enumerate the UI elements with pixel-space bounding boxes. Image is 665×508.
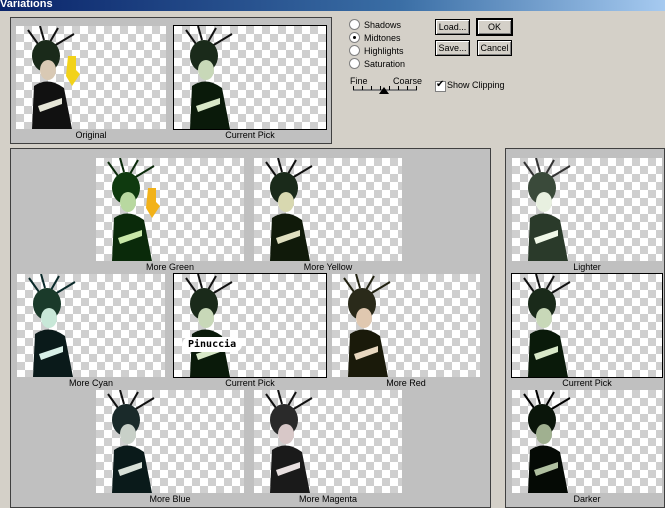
more-green-caption: More Green <box>145 262 195 272</box>
current-pick-thumbnail-main[interactable]: Pinuccia Current Pick <box>173 273 327 389</box>
figure-image <box>185 26 233 129</box>
more-blue-thumbnail[interactable]: More Blue <box>96 390 244 505</box>
figure-image <box>343 274 391 377</box>
original-thumbnail[interactable]: Original <box>16 26 166 141</box>
radio-button[interactable] <box>349 32 360 43</box>
figure-image <box>523 274 571 377</box>
figure-image <box>27 26 80 129</box>
figure-image <box>107 158 160 261</box>
more-magenta-caption: More Magenta <box>298 494 358 504</box>
show-clipping-label: Show Clipping <box>447 80 505 90</box>
more-yellow-thumbnail[interactable]: More Yellow <box>254 158 402 273</box>
radio-label: Saturation <box>364 58 406 69</box>
more-red-caption: More Red <box>386 378 426 388</box>
current-pick-caption: Current Pick <box>225 130 275 140</box>
radio-midtones[interactable]: Midtones <box>349 31 401 44</box>
radio-highlights[interactable]: Highlights <box>349 44 404 57</box>
darker-caption: Darker <box>573 494 601 504</box>
cancel-button[interactable]: Cancel <box>477 40 512 56</box>
ok-button[interactable]: OK <box>476 18 513 36</box>
figure-image <box>28 274 76 377</box>
radio-shadows[interactable]: Shadows <box>349 18 401 31</box>
load-button[interactable]: Load... <box>435 19 470 35</box>
save-button[interactable]: Save... <box>435 40 470 56</box>
figure-image <box>107 390 155 493</box>
more-yellow-caption: More Yellow <box>303 262 353 272</box>
more-magenta-thumbnail[interactable]: More Magenta <box>254 390 402 505</box>
figure-image <box>265 158 313 261</box>
figure-image <box>185 274 233 377</box>
more-blue-caption: More Blue <box>149 494 191 504</box>
original-caption: Original <box>75 130 107 140</box>
lighter-caption: Lighter <box>573 262 601 272</box>
current-pick-caption: Current Pick <box>562 378 612 388</box>
current-pick-thumbnail-top[interactable]: Current Pick <box>173 25 327 141</box>
window-title: Variations <box>0 0 53 10</box>
radio-label: Shadows <box>364 19 402 30</box>
more-red-thumbnail[interactable]: More Red <box>332 274 480 389</box>
radio-button[interactable] <box>349 45 360 56</box>
show-clipping-checkbox[interactable] <box>435 79 446 92</box>
fine-label: Fine <box>350 76 368 86</box>
more-green-thumbnail[interactable]: More Green <box>96 158 244 273</box>
current-pick-caption: Current Pick <box>225 378 275 388</box>
coarse-label: Coarse <box>393 76 423 86</box>
lighter-thumbnail[interactable]: Lighter <box>512 158 662 273</box>
figure-image <box>523 158 571 261</box>
figure-image <box>265 390 313 493</box>
more-cyan-caption: More Cyan <box>68 378 113 388</box>
radio-label: Highlights <box>364 45 404 56</box>
radio-button[interactable] <box>349 19 360 30</box>
watermark-logo: Pinuccia <box>182 337 243 352</box>
figure-image <box>523 390 571 493</box>
current-pick-thumbnail-side[interactable]: Current Pick <box>511 273 663 389</box>
title-bar: Variations <box>0 0 665 11</box>
more-cyan-thumbnail[interactable]: More Cyan <box>17 274 165 389</box>
radio-button[interactable] <box>349 58 360 69</box>
darker-thumbnail[interactable]: Darker <box>512 390 662 505</box>
radio-label: Midtones <box>364 32 401 43</box>
slider-thumb[interactable] <box>379 87 389 94</box>
radio-saturation[interactable]: Saturation <box>349 57 405 70</box>
